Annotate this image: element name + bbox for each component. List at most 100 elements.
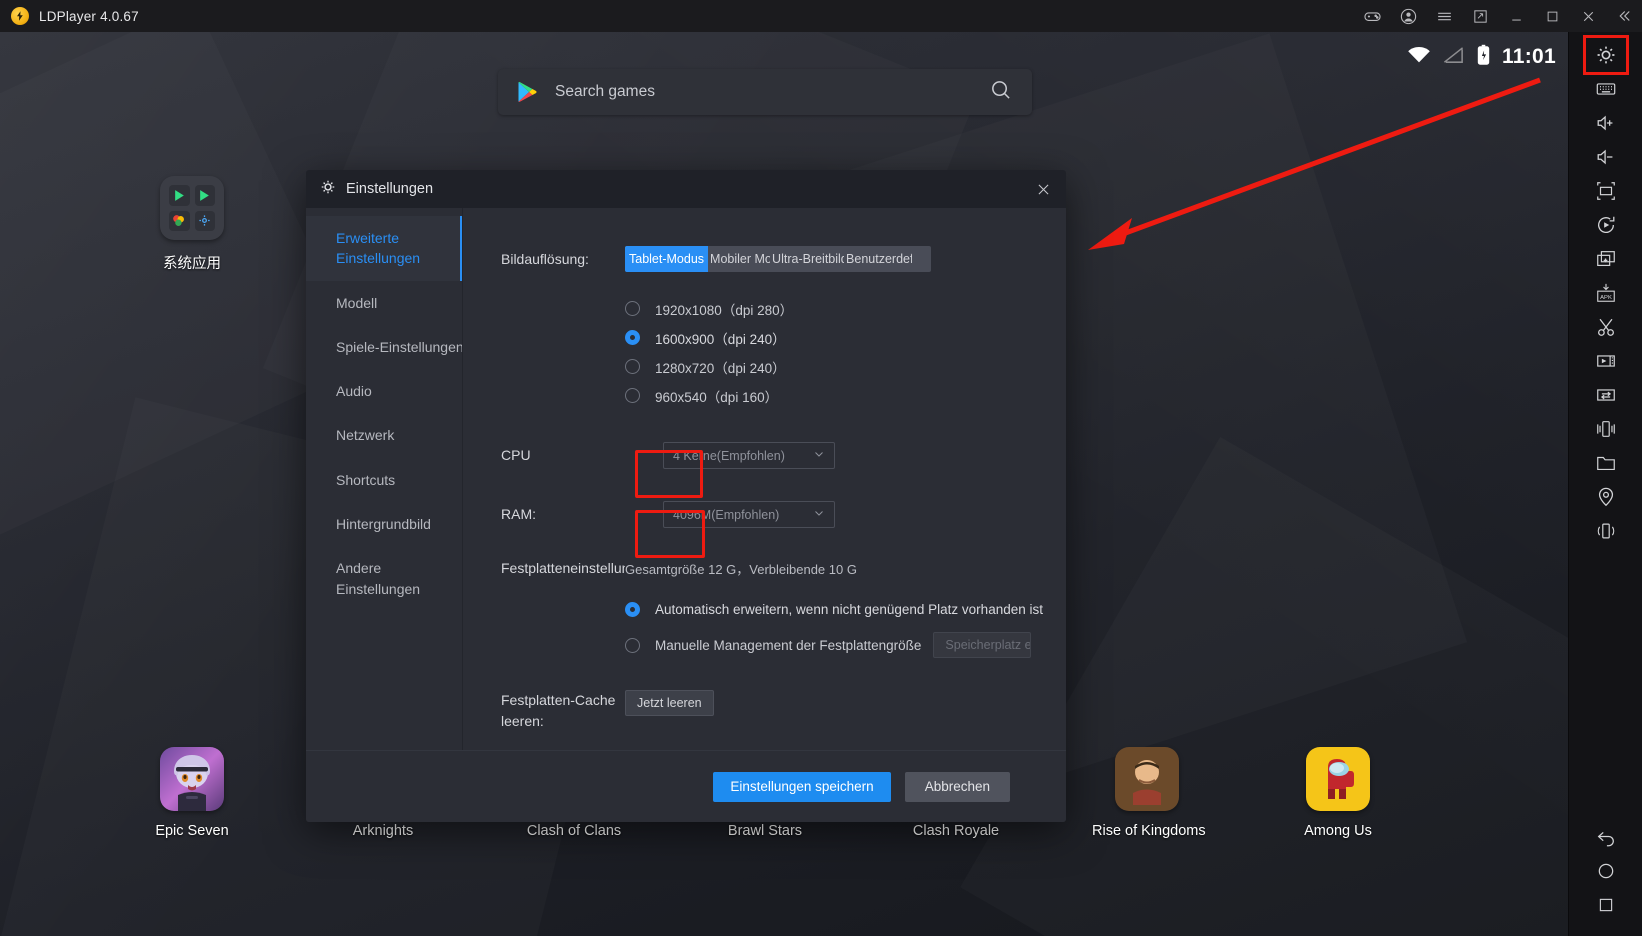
close-icon[interactable] bbox=[1570, 0, 1606, 32]
sidebar-item-netzwerk[interactable]: Netzwerk bbox=[306, 413, 462, 457]
cancel-button[interactable]: Abbrechen bbox=[904, 771, 1010, 802]
disk-option-auto[interactable]: Automatisch erweitern, wenn nicht genüge… bbox=[625, 594, 1066, 624]
sidebar-item-modell[interactable]: Modell bbox=[306, 281, 462, 325]
scissors-icon[interactable] bbox=[1586, 310, 1626, 344]
sidebar-item-label: Shortcuts bbox=[336, 471, 396, 488]
virtual-phone-icon[interactable] bbox=[1586, 514, 1626, 548]
mode-tab-mobile[interactable]: Mobiler Modus bbox=[708, 246, 770, 272]
sidebar-item-label: Modell bbox=[336, 294, 378, 311]
clear-cache-button[interactable]: Jetzt leeren bbox=[625, 690, 714, 717]
menu-icon[interactable] bbox=[1426, 0, 1462, 32]
folder-tile bbox=[194, 185, 215, 206]
desktop-app-system-apps[interactable]: 系统应用 bbox=[137, 176, 247, 273]
resolution-option-1600x900[interactable]: 1600x900（dpi 240） bbox=[625, 323, 1066, 352]
rotate-icon[interactable] bbox=[1586, 208, 1626, 242]
volume-up-icon[interactable] bbox=[1586, 106, 1626, 140]
volume-down-icon[interactable] bbox=[1586, 140, 1626, 174]
settings-dialog: Einstellungen Erweiterte Einstellungen M… bbox=[306, 170, 1066, 822]
desktop-app-rise-of-kingdoms[interactable]: Rise of Kingdoms bbox=[1092, 747, 1206, 839]
install-apk-icon[interactable]: APK bbox=[1586, 276, 1626, 310]
resolution-option-label: 1920x1080（dpi 280） bbox=[655, 302, 794, 318]
app-label: 系统应用 bbox=[163, 256, 221, 272]
disk-row: Festplatteneinstellung Gesamtgröße 12 G，… bbox=[463, 558, 1066, 578]
video-record-icon[interactable] bbox=[1586, 344, 1626, 378]
collapse-icon[interactable] bbox=[1606, 0, 1642, 32]
ram-dropdown[interactable]: 4096M(Empfohlen) bbox=[663, 501, 835, 528]
maximize-icon[interactable] bbox=[1534, 0, 1570, 32]
settings-gear-icon[interactable] bbox=[1582, 35, 1629, 75]
folder-tile bbox=[169, 185, 190, 206]
resolution-option-label: 1600x900（dpi 240） bbox=[655, 331, 786, 347]
app-label: Brawl Stars bbox=[727, 823, 803, 839]
account-icon[interactable] bbox=[1390, 0, 1426, 32]
folder-tile bbox=[169, 210, 190, 231]
gear-icon bbox=[320, 179, 336, 200]
app-label: Clash of Clans bbox=[526, 823, 622, 839]
radio-indicator[interactable] bbox=[625, 601, 640, 617]
dialog-close-icon[interactable] bbox=[1020, 170, 1066, 208]
dialog-title: Einstellungen bbox=[346, 181, 434, 197]
folder-tile bbox=[194, 210, 215, 231]
fullscreen-icon[interactable] bbox=[1586, 174, 1626, 208]
disk-options: Automatisch erweitern, wenn nicht genüge… bbox=[463, 594, 1066, 660]
sidebar-item-hintergrundbild[interactable]: Hintergrundbild bbox=[306, 502, 462, 546]
cache-row: Festplatten-Cache leeren: Jetzt leeren bbox=[463, 690, 1066, 732]
app-label: Among Us bbox=[1304, 823, 1372, 839]
recents-icon[interactable] bbox=[1586, 888, 1626, 922]
mode-tab-custom[interactable]: Benutzerdefiniert bbox=[844, 246, 912, 272]
wifi-icon bbox=[1407, 45, 1431, 70]
back-icon[interactable] bbox=[1586, 820, 1626, 854]
window-title: LDPlayer 4.0.67 bbox=[39, 8, 139, 24]
desktop-app-epic-seven[interactable]: Epic Seven bbox=[137, 747, 247, 839]
file-transfer-icon[interactable] bbox=[1586, 378, 1626, 412]
resolution-label: Bildauflösung: bbox=[501, 250, 589, 267]
ram-row: RAM: 4096M(Empfohlen) bbox=[463, 501, 1066, 528]
radio-indicator[interactable] bbox=[625, 388, 640, 403]
rise-of-kingdoms-icon bbox=[1115, 747, 1179, 811]
dialog-sidebar: Erweiterte Einstellungen Modell Spiele-E… bbox=[306, 208, 463, 750]
radio-indicator[interactable] bbox=[625, 301, 640, 316]
system-apps-folder-icon bbox=[160, 176, 224, 240]
resolution-option-960x540[interactable]: 960x540（dpi 160） bbox=[625, 381, 1066, 410]
disk-option-manual[interactable]: Manuelle Management der Festplattengröße… bbox=[625, 630, 1066, 660]
radio-indicator[interactable] bbox=[625, 637, 640, 653]
resize-icon[interactable] bbox=[1462, 0, 1498, 32]
app-label: Clash Royale bbox=[912, 823, 1000, 839]
gamepad-icon[interactable] bbox=[1354, 0, 1390, 32]
sidebar-item-andere-einstellungen[interactable]: Andere Einstellungen bbox=[306, 546, 462, 611]
location-icon[interactable] bbox=[1586, 480, 1626, 514]
shake-icon[interactable] bbox=[1586, 412, 1626, 446]
cache-label: Festplatten-Cache leeren: bbox=[501, 692, 616, 730]
resolution-option-1280x720[interactable]: 1280x720（dpi 240） bbox=[625, 352, 1066, 381]
sidebar-item-spiele-einstellungen[interactable]: Spiele-Einstellungen bbox=[306, 325, 462, 369]
sidebar-item-erweiterte-einstellungen[interactable]: Erweiterte Einstellungen bbox=[306, 216, 463, 281]
search-input[interactable]: Search games bbox=[555, 83, 655, 101]
mode-tab-tablet[interactable]: Tablet-Modus bbox=[625, 246, 709, 272]
minimize-icon[interactable] bbox=[1498, 0, 1534, 32]
emulator-toolbar: APK bbox=[1568, 32, 1642, 936]
desktop-app-among-us[interactable]: Among Us bbox=[1283, 747, 1393, 839]
sidebar-item-label: Hintergrundbild bbox=[336, 516, 431, 533]
sidebar-item-label: Erweiterte Einstellungen bbox=[336, 230, 421, 267]
folder-icon[interactable] bbox=[1586, 446, 1626, 480]
home-icon[interactable] bbox=[1586, 854, 1626, 888]
radio-indicator[interactable] bbox=[625, 359, 640, 374]
search-icon[interactable] bbox=[989, 78, 1012, 106]
add-window-icon[interactable] bbox=[1586, 242, 1626, 276]
search-games-bar[interactable]: Search games bbox=[498, 69, 1032, 115]
window-titlebar: LDPlayer 4.0.67 bbox=[0, 0, 1642, 32]
expand-storage-button[interactable]: Speicherplatz erweitern bbox=[933, 632, 1032, 659]
disk-info: Gesamtgröße 12 G，Verbleibende 10 G bbox=[625, 561, 857, 577]
keyboard-icon[interactable] bbox=[1586, 72, 1626, 106]
ram-label: RAM: bbox=[501, 506, 536, 523]
app-label: Arknights bbox=[352, 823, 414, 839]
resolution-option-1920x1080[interactable]: 1920x1080（dpi 280） bbox=[625, 294, 1066, 323]
mode-tab-ultrawide[interactable]: Ultra-Breitbild bbox=[770, 246, 844, 272]
radio-indicator[interactable] bbox=[625, 330, 640, 345]
sidebar-item-audio[interactable]: Audio bbox=[306, 369, 462, 413]
cpu-dropdown[interactable]: 4 Kerne(Empfohlen) bbox=[663, 442, 835, 469]
sidebar-item-shortcuts[interactable]: Shortcuts bbox=[306, 458, 462, 502]
resolution-mode-tabs[interactable]: Tablet-Modus Mobiler Modus Ultra-Breitbi… bbox=[625, 246, 931, 272]
save-settings-button[interactable]: Einstellungen speichern bbox=[713, 771, 891, 802]
cpu-value: 4 Kerne(Empfohlen) bbox=[673, 448, 785, 463]
